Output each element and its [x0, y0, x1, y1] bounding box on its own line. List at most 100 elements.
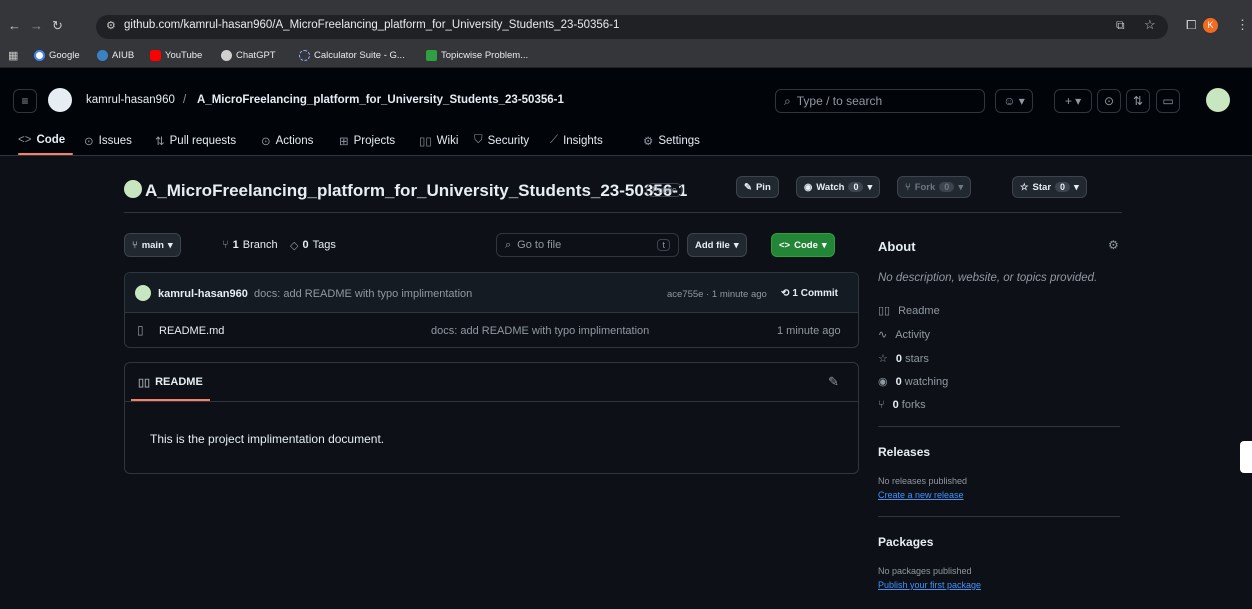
tab-insights[interactable]: ⟋ Insights — [550, 134, 603, 147]
forward-icon[interactable]: → — [30, 18, 43, 33]
stars-link[interactable]: ☆ 0 stars — [878, 352, 929, 366]
tab-settings[interactable]: ⚙ Settings — [643, 134, 700, 148]
tab-code[interactable]: <> Code — [18, 134, 65, 146]
activity-link[interactable]: ∿ Activity — [878, 328, 930, 342]
chevron-down-icon: ▾ — [821, 239, 827, 251]
fork-button[interactable]: ⑂ Fork 0 ▾ — [897, 176, 972, 198]
extension-widget[interactable] — [1240, 441, 1252, 473]
bookmark-star-icon[interactable]: ☆ — [1144, 17, 1156, 33]
tag-icon: ◇ — [290, 240, 299, 252]
star-icon: ☆ — [878, 353, 888, 365]
breadcrumb-separator: / — [183, 94, 187, 106]
file-commit-message[interactable]: docs: add README with typo implimentatio… — [431, 325, 649, 337]
commit-message[interactable]: docs: add README with typo implimentatio… — [254, 288, 472, 300]
commit-author[interactable]: kamrul-hasan960 — [158, 288, 248, 300]
github-logo-icon[interactable] — [48, 88, 72, 112]
star-icon: ☆ — [1020, 181, 1029, 193]
issues-header-button[interactable]: ⊙ — [1097, 89, 1121, 113]
reload-icon[interactable]: ↻ — [52, 18, 63, 34]
file-name[interactable]: README.md — [159, 325, 224, 337]
readme-divider — [125, 401, 858, 402]
forks-link[interactable]: ⑂ 0 forks — [878, 399, 926, 411]
user-avatar[interactable] — [1206, 88, 1230, 112]
add-file-button[interactable]: Add file ▾ — [687, 233, 747, 257]
table-row[interactable]: ▯ README.md docs: add README with typo i… — [125, 314, 858, 348]
book-icon: ▯▯ — [138, 377, 151, 389]
install-app-icon[interactable]: ⧉ — [1116, 18, 1125, 33]
tab-issues[interactable]: ⊙ Issues — [84, 134, 132, 148]
publish-package-link[interactable]: Publish your first package — [878, 580, 981, 590]
create-release-link[interactable]: Create a new release — [878, 490, 964, 500]
tab-security[interactable]: ⛉ Security — [474, 134, 529, 147]
extensions-icon[interactable]: ⧠ — [1186, 17, 1196, 33]
packages-heading[interactable]: Packages — [878, 535, 933, 549]
tab-pull-requests[interactable]: ⇅ Pull requests — [155, 134, 236, 148]
readme-link[interactable]: ▯▯ Readme — [878, 304, 940, 318]
tab-actions[interactable]: ⊙ Actions — [261, 134, 313, 148]
commits-link[interactable]: ⟲ 1 Commit — [781, 288, 838, 299]
pull-requests-header-button[interactable]: ⇅ — [1126, 89, 1150, 113]
fork-icon: ⑂ — [878, 399, 885, 411]
watch-button[interactable]: ◉ Watch 0 ▾ — [796, 176, 881, 198]
branches-link[interactable]: ⑂ 1 Branch — [222, 239, 278, 251]
commit-author-avatar — [135, 285, 151, 301]
releases-empty-text: No releases published — [878, 476, 968, 486]
bookmark-youtube[interactable]: YouTube — [150, 50, 202, 61]
search-input[interactable]: ⌕ Type / to search — [775, 89, 985, 113]
releases-heading[interactable]: Releases — [878, 445, 930, 459]
site-info-icon[interactable]: ⚙ — [106, 19, 116, 32]
bookmark-google[interactable]: Google — [34, 50, 80, 61]
bookmark-chatgpt[interactable]: ChatGPT — [221, 50, 276, 61]
issue-circle-icon: ⊙ — [1103, 94, 1115, 108]
chevron-down-icon: ▾ — [867, 181, 873, 193]
profile-avatar[interactable]: K — [1203, 18, 1218, 33]
watching-link[interactable]: ◉ 0 watching — [878, 375, 948, 389]
bookmark-aiub[interactable]: AIUB — [97, 50, 134, 61]
go-to-file-input[interactable]: ⌕ Go to file t — [496, 233, 679, 257]
chevron-down-icon: ▾ — [167, 239, 173, 251]
breadcrumb-owner[interactable]: kamrul-hasan960 — [86, 94, 175, 106]
commit-hash-time[interactable]: ace755e · 1 minute ago — [667, 289, 767, 300]
back-icon[interactable]: ← — [8, 18, 21, 33]
sidebar-divider — [878, 516, 1120, 517]
table-icon: ⊞ — [339, 136, 349, 148]
readme-panel — [124, 362, 859, 474]
repo-title[interactable]: A_MicroFreelancing_platform_for_Universi… — [145, 181, 687, 201]
inbox-button[interactable]: ▭ — [1156, 89, 1180, 113]
pulse-icon: ∿ — [878, 329, 888, 341]
code-button[interactable]: <> Code ▾ — [771, 233, 835, 257]
tab-projects[interactable]: ⊞ Projects — [339, 134, 395, 148]
history-icon: ⟲ — [781, 288, 790, 299]
readme-tab[interactable]: ▯▯ README — [138, 376, 203, 389]
branch-selector[interactable]: ⑂ main ▾ — [124, 233, 181, 257]
eye-icon: ◉ — [804, 181, 813, 193]
search-placeholder: Type / to search — [796, 94, 883, 108]
active-tab-indicator — [18, 153, 73, 155]
star-button[interactable]: ☆ Star 0 ▾ — [1012, 176, 1087, 198]
bookmark-calculator[interactable]: Calculator Suite - G... — [299, 50, 405, 61]
fork-count: 0 — [939, 182, 955, 192]
breadcrumb-repo[interactable]: A_MicroFreelancing_platform_for_Universi… — [197, 94, 564, 106]
create-new-button[interactable]: + ▾ — [1054, 89, 1092, 113]
graph-icon: ⟋ — [550, 134, 559, 146]
tags-link[interactable]: ◇ 0 Tags — [290, 239, 336, 252]
chevron-down-icon: ▾ — [958, 181, 964, 193]
pull-request-icon: ⇅ — [155, 136, 165, 148]
owner-avatar — [124, 180, 142, 198]
copilot-button[interactable]: ☺ ▾ — [995, 89, 1033, 113]
bookmark-topicwise[interactable]: Topicwise Problem... — [426, 50, 528, 61]
edit-pencil-icon[interactable]: ✎ — [828, 374, 839, 390]
code-icon: <> — [18, 134, 32, 146]
readme-tab-indicator — [131, 399, 210, 401]
tab-wiki[interactable]: ▯▯ Wiki — [419, 134, 458, 148]
branch-icon: ⑂ — [222, 239, 229, 251]
pin-icon: ✎ — [744, 181, 752, 193]
pin-button[interactable]: ✎ Pin — [736, 176, 779, 198]
inbox-icon: ▭ — [1162, 94, 1174, 108]
code-icon: <> — [779, 239, 791, 251]
menu-dots-icon[interactable]: ⋮ — [1236, 17, 1249, 33]
apps-grid-icon[interactable]: ▦ — [8, 49, 18, 62]
gear-icon[interactable]: ⚙ — [1108, 238, 1119, 252]
hamburger-menu-icon[interactable]: ≡ — [13, 89, 37, 113]
chevron-down-icon: ▾ — [733, 239, 739, 251]
